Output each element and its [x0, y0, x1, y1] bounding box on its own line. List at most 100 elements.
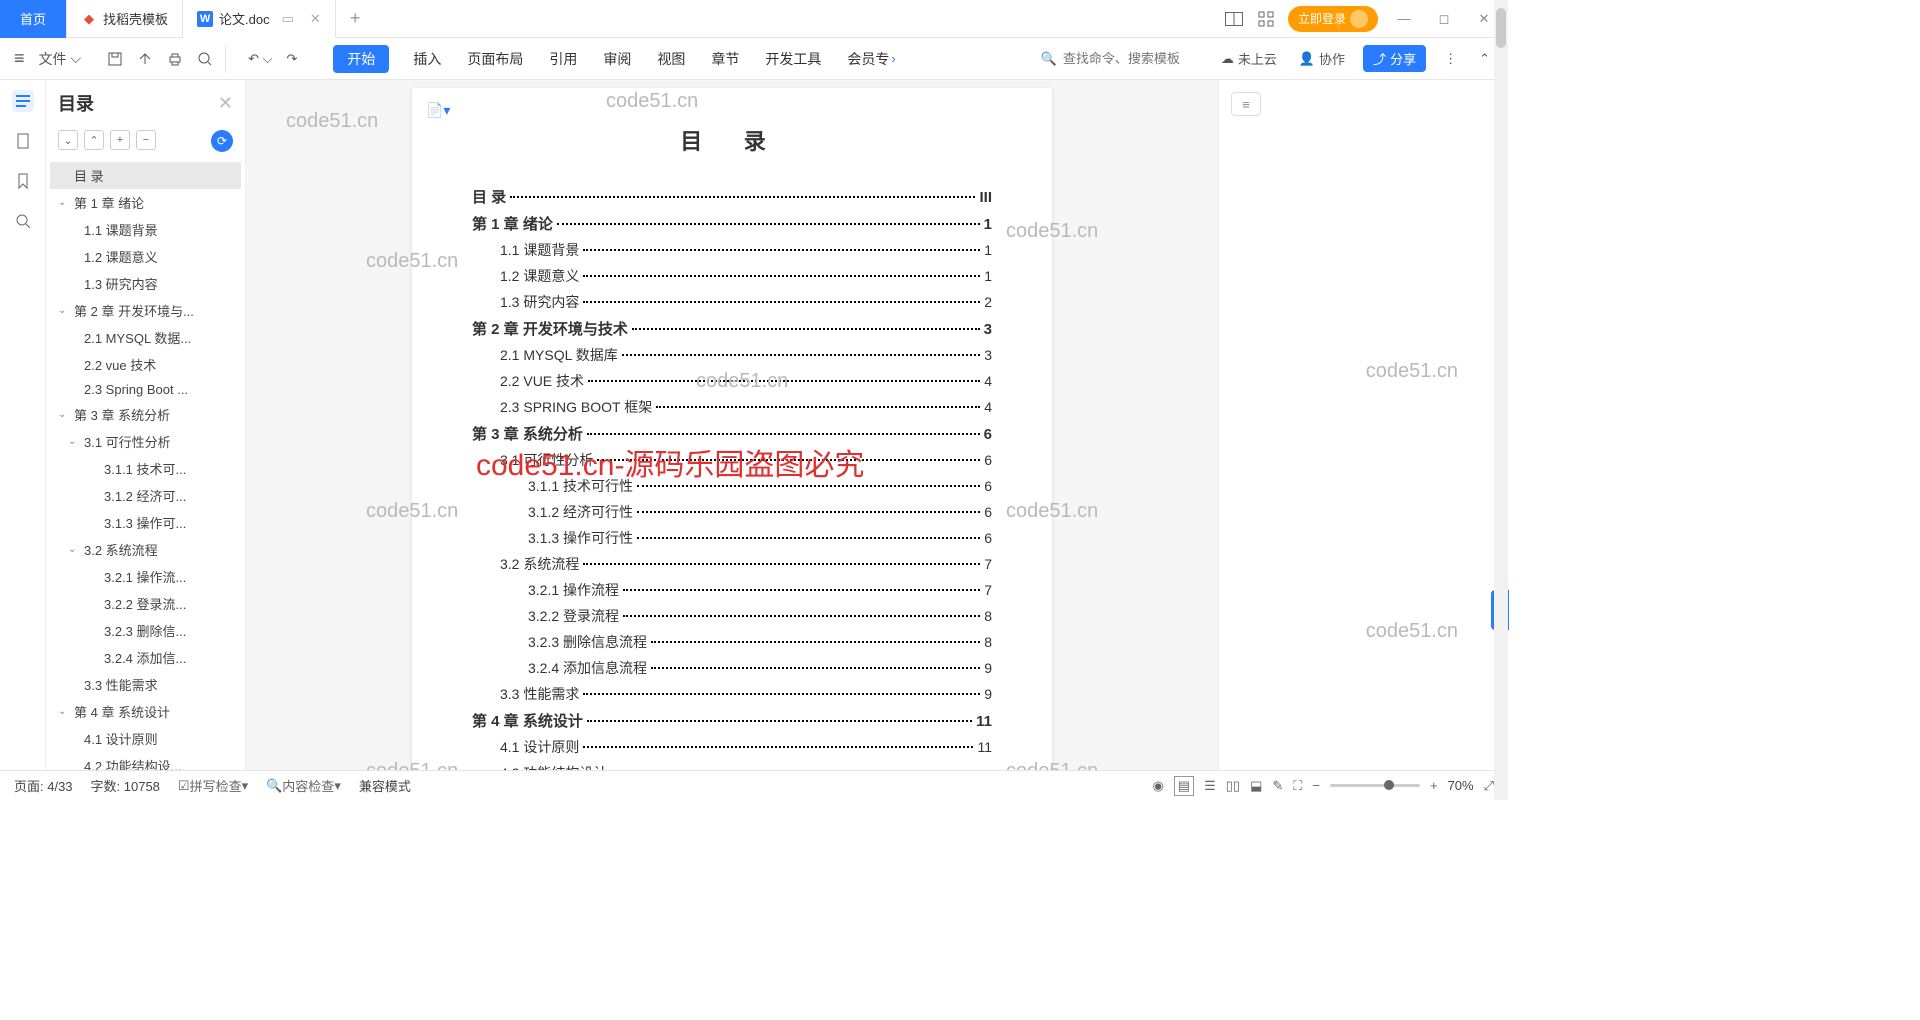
document-area[interactable]: 📄▾ 目 录 目 录III第 1 章 绪论11.1 课题背景11.2 课题意义1… — [246, 80, 1218, 770]
ribbon-more-icon[interactable]: › — [891, 51, 895, 66]
fullscreen-icon[interactable]: ⤢ — [1484, 778, 1494, 794]
view-page-icon[interactable]: ▤ — [1174, 776, 1194, 796]
tab-home[interactable]: 首页 — [0, 0, 67, 38]
tree-item[interactable]: ⌄第 1 章 绪论 — [50, 189, 241, 216]
view-outline-icon[interactable]: ☰ — [1204, 778, 1216, 794]
ribbon-tab-7[interactable]: 开发工具 — [763, 45, 823, 73]
find-icon[interactable] — [12, 210, 34, 232]
page-indicator[interactable]: 页面: 4/33 — [14, 776, 73, 795]
toc-row[interactable]: 4.2 功能结构设计 — [472, 763, 992, 770]
toc-row[interactable]: 3.2 系统流程7 — [472, 554, 992, 574]
toc-row[interactable]: 3.1 可行性分析6 — [472, 450, 992, 470]
tree-item[interactable]: 3.2.4 添加信... — [50, 644, 241, 671]
toc-row[interactable]: 4.1 设计原则11 — [472, 737, 992, 757]
ribbon-tab-4[interactable]: 审阅 — [601, 45, 633, 73]
tree-item[interactable]: 3.1.1 技术可... — [50, 455, 241, 482]
ribbon-tab-3[interactable]: 引用 — [547, 45, 579, 73]
chevron-down-icon[interactable]: ⌄ — [58, 706, 70, 717]
clipboard-icon[interactable] — [12, 130, 34, 152]
content-check-button[interactable]: 🔍 内容检查 ▾ — [266, 776, 341, 795]
chevron-down-icon[interactable]: ⌄ — [58, 409, 70, 420]
toc-row[interactable]: 3.1.2 经济可行性6 — [472, 502, 992, 522]
cloud-button[interactable]: ☁ 未上云 — [1217, 45, 1281, 72]
tree-item[interactable]: 3.2.1 操作流... — [50, 563, 241, 590]
preview-button[interactable] — [193, 47, 217, 71]
toc-row[interactable]: 3.2.1 操作流程7 — [472, 580, 992, 600]
remove-level-button[interactable]: − — [136, 130, 156, 150]
page-options-icon[interactable]: 📄▾ — [426, 102, 450, 119]
word-count[interactable]: 字数: 10758 — [91, 776, 160, 795]
zoom-slider[interactable] — [1330, 784, 1420, 787]
panel-toggle-icon[interactable]: ≡ — [1231, 92, 1261, 116]
tree-item[interactable]: 3.2.2 登录流... — [50, 590, 241, 617]
toc-row[interactable]: 第 4 章 系统设计11 — [472, 710, 992, 731]
ribbon-tab-8[interactable]: 会员专 — [845, 45, 891, 73]
command-search[interactable]: 🔍 — [1041, 51, 1203, 67]
file-menu[interactable]: 文件 ⌵ — [35, 45, 86, 73]
chevron-down-icon[interactable]: ⌄ — [58, 197, 70, 208]
screen-icon[interactable]: ▭ — [282, 11, 294, 27]
toc-row[interactable]: 2.1 MYSQL 数据库3 — [472, 345, 992, 365]
redo-button[interactable]: ↷ — [283, 47, 302, 71]
zoom-value[interactable]: 70% — [1448, 778, 1474, 793]
menu-icon[interactable]: ≡ — [14, 48, 25, 69]
save-button[interactable] — [103, 47, 127, 71]
tree-item[interactable]: ⌄第 3 章 系统分析 — [50, 401, 241, 428]
coop-button[interactable]: 👤 协作 — [1295, 45, 1349, 72]
toc-row[interactable]: 2.2 VUE 技术4 — [472, 371, 992, 391]
ribbon-tab-6[interactable]: 章节 — [709, 45, 741, 73]
tree-item[interactable]: ⌄第 4 章 系统设计 — [50, 698, 241, 725]
ribbon-tab-2[interactable]: 页面布局 — [465, 45, 525, 73]
tree-item[interactable]: 4.2 功能结构设... — [50, 752, 241, 770]
undo-button[interactable]: ↶ ⌵ — [244, 47, 276, 71]
view-web-icon[interactable]: ⬓ — [1250, 778, 1262, 794]
toc-row[interactable]: 3.3 性能需求9 — [472, 684, 992, 704]
toc-row[interactable]: 3.2.4 添加信息流程9 — [472, 658, 992, 678]
tab-templates[interactable]: ◆ 找稻壳模板 — [67, 0, 183, 38]
tree-item[interactable]: 1.2 课题意义 — [50, 243, 241, 270]
toc-row[interactable]: 3.1.3 操作可行性6 — [472, 528, 992, 548]
expand-all-button[interactable]: ⌃ — [84, 130, 104, 150]
more-icon[interactable]: ⋮ — [1440, 47, 1461, 71]
tree-item[interactable]: 1.1 课题背景 — [50, 216, 241, 243]
tree-item[interactable]: 4.1 设计原则 — [50, 725, 241, 752]
tree-item[interactable]: 目 录 — [50, 162, 241, 189]
tree-item[interactable]: ⌄第 2 章 开发环境与... — [50, 297, 241, 324]
add-tab-button[interactable]: + — [336, 8, 375, 29]
scrollbar[interactable] — [1494, 0, 1508, 800]
outline-icon[interactable] — [12, 90, 34, 112]
sync-button[interactable]: ⟳ — [211, 130, 233, 152]
tree-item[interactable]: 2.3 Spring Boot ... — [50, 378, 241, 401]
collapse-all-button[interactable]: ⌄ — [58, 130, 78, 150]
collapse-ribbon-icon[interactable]: ⌃ — [1475, 47, 1494, 71]
zoom-out-button[interactable]: − — [1312, 778, 1320, 793]
login-button[interactable]: 立即登录 — [1288, 6, 1378, 32]
toc-row[interactable]: 1.3 研究内容2 — [472, 292, 992, 312]
toc-row[interactable]: 第 2 章 开发环境与技术3 — [472, 318, 992, 339]
ribbon-tab-0[interactable]: 开始 — [333, 45, 389, 73]
maximize-button[interactable]: ◻ — [1430, 5, 1458, 33]
tools-icon[interactable]: ✎ — [1272, 778, 1283, 794]
tree-item[interactable]: 3.2.3 删除信... — [50, 617, 241, 644]
close-icon[interactable]: ✕ — [310, 11, 321, 27]
eye-icon[interactable]: ◉ — [1152, 778, 1163, 794]
toc-row[interactable]: 目 录III — [472, 186, 992, 207]
toc-row[interactable]: 第 1 章 绪论1 — [472, 213, 992, 234]
chevron-down-icon[interactable]: ⌄ — [68, 436, 80, 447]
tree-item[interactable]: 3.1.3 操作可... — [50, 509, 241, 536]
zoom-in-button[interactable]: + — [1430, 778, 1438, 793]
scroll-thumb[interactable] — [1496, 8, 1506, 48]
tree-item[interactable]: 3.1.2 经济可... — [50, 482, 241, 509]
view-read-icon[interactable]: ▯▯ — [1226, 778, 1240, 794]
chevron-down-icon[interactable]: ⌄ — [68, 544, 80, 555]
toc-row[interactable]: 1.2 课题意义1 — [472, 266, 992, 286]
tab-document[interactable]: W 论文.doc ▭ ✕ — [183, 0, 336, 38]
zoom-knob[interactable] — [1384, 780, 1394, 790]
tree-item[interactable]: 2.2 vue 技术 — [50, 351, 241, 378]
toc-row[interactable]: 第 3 章 系统分析6 — [472, 423, 992, 444]
tree-item[interactable]: ⌄3.1 可行性分析 — [50, 428, 241, 455]
minimize-button[interactable]: — — [1390, 5, 1418, 33]
export-button[interactable] — [133, 47, 157, 71]
toc-row[interactable]: 1.1 课题背景1 — [472, 240, 992, 260]
spellcheck-button[interactable]: ☑ 拼写检查 ▾ — [178, 776, 248, 795]
